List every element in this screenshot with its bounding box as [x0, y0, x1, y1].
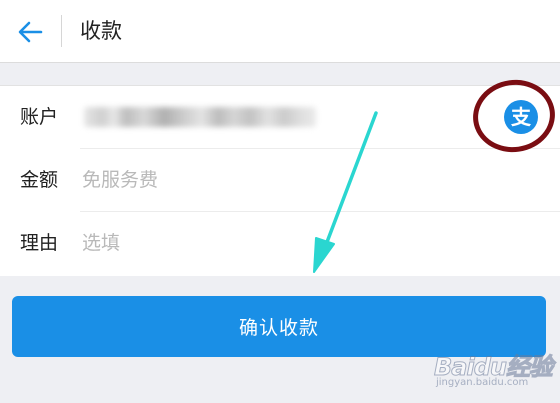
- reason-row: 理由: [0, 212, 560, 275]
- watermark-domain: jingyan.baidu.com: [436, 377, 529, 388]
- account-label: 账户: [20, 106, 59, 128]
- page-title: 收款: [80, 19, 122, 43]
- account-value-blurred: [84, 107, 316, 127]
- alipay-glyph: 支: [511, 105, 531, 129]
- header-divider: [61, 15, 62, 47]
- back-button[interactable]: [14, 16, 46, 48]
- amount-input[interactable]: [82, 165, 412, 195]
- reason-label: 理由: [20, 232, 59, 254]
- arrow-left-icon: [18, 21, 43, 43]
- account-row[interactable]: 账户: [0, 86, 560, 149]
- receive-payment-screen: 收款 账户 金额 理由 支 确认收款 Baidu经验 jingyan.baidu…: [0, 0, 560, 403]
- payment-form: 账户 金额 理由: [0, 85, 560, 276]
- alipay-icon[interactable]: 支: [504, 100, 538, 134]
- amount-row: 金额: [0, 149, 560, 212]
- baidu-watermark: Baidu经验 jingyan.baidu.com: [432, 343, 556, 395]
- amount-label: 金额: [20, 169, 59, 191]
- top-bar: 收款: [0, 0, 560, 63]
- reason-input[interactable]: [82, 228, 412, 258]
